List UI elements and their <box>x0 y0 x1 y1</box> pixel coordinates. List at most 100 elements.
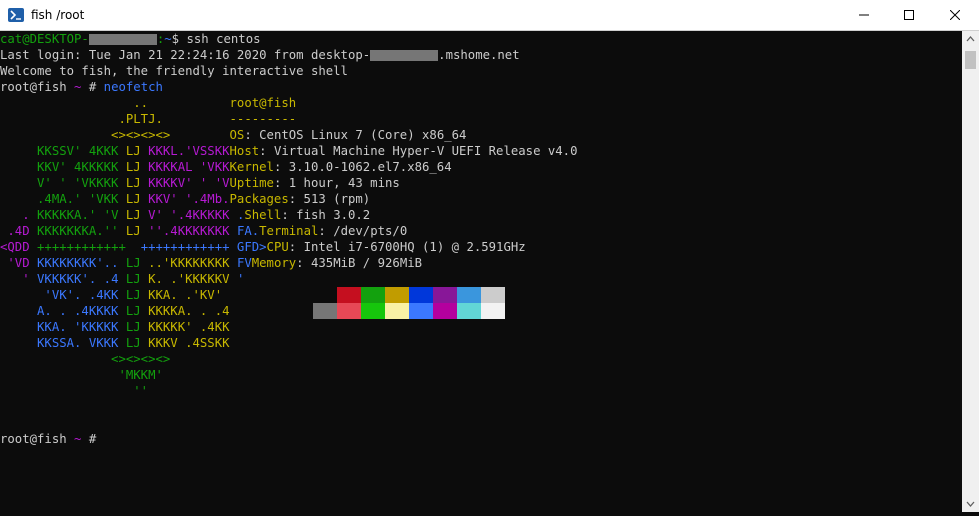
color-swatch <box>481 303 505 319</box>
info-text: OS <box>229 128 245 142</box>
color-swatch <box>337 303 361 319</box>
logo-text: .4MA.' 'VKK <box>0 192 126 206</box>
terminal-text: # <box>81 80 104 94</box>
color-swatch <box>385 287 409 303</box>
terminal-line: root@fish ~ # neofetch <box>0 79 962 95</box>
logo-text: KKKV .4SSKK <box>140 336 230 350</box>
info-text: Kernel <box>229 160 274 174</box>
info-text: : Virtual Machine Hyper-V UEFI Release v… <box>259 144 578 158</box>
logo-text: FA. <box>236 224 260 238</box>
terminal-text: root@fish <box>0 80 75 94</box>
info-text: Packages <box>229 192 289 206</box>
logo-text: KKKKKKKK'.. <box>37 256 126 270</box>
logo-text: KKKKA. . .4 <box>140 304 230 318</box>
terminal-area[interactable]: cat@DESKTOP-:~$ ssh centos Last login: Tu… <box>0 31 962 512</box>
logo-text: 'MKKM' <box>0 368 163 382</box>
logo-text: KKKKAL 'VKK <box>140 160 230 174</box>
terminal-line: cat@DESKTOP-:~$ ssh centos <box>0 31 962 47</box>
logo-text: LJ <box>125 160 141 174</box>
scrollbar-thumb[interactable] <box>965 51 976 69</box>
window-title: fish /root <box>31 8 85 22</box>
title-bar: fish /root <box>0 0 979 31</box>
terminal-line: Welcome to fish, the friendly interactiv… <box>0 63 962 79</box>
info-text: Terminal <box>259 224 319 238</box>
color-swatch <box>457 287 481 303</box>
terminal-text: $ ssh centos <box>171 32 261 46</box>
logo-text: 'VD <box>0 256 38 270</box>
logo-text: .. <box>0 96 149 110</box>
neofetch-line: <><><><> <box>0 351 962 367</box>
logo-text: KKKKKA.' 'V <box>37 208 126 222</box>
logo-text: 'VK'. .4KK <box>0 288 126 302</box>
logo-text: LJ <box>125 304 141 318</box>
logo-text: . <box>0 208 38 222</box>
neofetch-line: KKSSA. VKKK LJ KKKV .4SSKK <box>0 335 962 351</box>
logo-text: KKV' '.4Mb. <box>140 192 230 206</box>
logo-text: A. . .4KKKK <box>0 304 126 318</box>
logo-text: <QDD <box>0 240 38 254</box>
terminal-text: Last login: Tue Jan 21 22:24:16 2020 fro… <box>0 48 371 62</box>
logo-text: KKA. 'KKKKK <box>0 320 126 334</box>
logo-text: KKKL.'VSSKK <box>140 144 230 158</box>
info-text: Memory <box>251 256 297 270</box>
scroll-down-arrow-icon[interactable] <box>962 495 979 512</box>
logo-text: LJ <box>125 272 141 286</box>
neofetch-line: ' VKKKKK'. .4 LJ K. .'KKKKKV ' <box>0 271 962 287</box>
palette-row <box>313 287 505 303</box>
terminal-text: Welcome to fish, the friendly interactiv… <box>0 64 348 78</box>
terminal-line: Last login: Tue Jan 21 22:24:16 2020 fro… <box>0 47 962 63</box>
logo-text: KKSSV' 4KKK <box>0 144 126 158</box>
logo-text: V' ' 'VKKKK <box>0 176 126 190</box>
color-swatch <box>361 287 385 303</box>
neofetch-line: .. root@fish <box>0 95 962 111</box>
neofetch-line: .4MA.' 'VKK LJ KKV' '.4Mb.Packages: 513 … <box>0 191 962 207</box>
logo-text: K. .'KKKKKV <box>140 272 237 286</box>
logo-text: ' <box>0 272 38 286</box>
color-swatch <box>337 287 361 303</box>
neofetch-line: .4D KKKKKKKA.'' LJ ''.4KKKKKKK FA.Termin… <box>0 223 962 239</box>
color-swatch <box>409 287 433 303</box>
logo-text: LJ <box>125 192 141 206</box>
scroll-up-arrow-icon[interactable] <box>962 31 979 48</box>
close-button[interactable] <box>932 0 978 30</box>
logo-text: LJ <box>125 256 141 270</box>
logo-text: .PLTJ. <box>0 112 163 126</box>
logo-text: KKSSA. VKKK <box>0 336 126 350</box>
prompt-user: root@fish <box>0 432 75 446</box>
terminal-output: cat@DESKTOP-:~$ ssh centos Last login: Tu… <box>0 31 962 447</box>
logo-text: KKKKV' ' 'V <box>140 176 230 190</box>
info-text: : 1 hour, 43 mins <box>273 176 400 190</box>
logo-text: LJ <box>125 320 141 334</box>
info-text: : /dev/pts/0 <box>318 224 408 238</box>
info-text: : 435MiB / 926MiB <box>296 256 423 270</box>
info-text: Host <box>229 144 260 158</box>
neofetch-line: .PLTJ. --------- <box>0 111 962 127</box>
neofetch-line: . KKKKKA.' 'V LJ V' '.4KKKKK .Shell: fis… <box>0 207 962 223</box>
maximize-button[interactable] <box>886 0 932 30</box>
minimize-button[interactable] <box>841 0 887 30</box>
redacted-block <box>88 34 157 45</box>
color-swatch <box>313 303 337 319</box>
logo-text: KKKKK' .4KK <box>140 320 230 334</box>
logo-text: <><><><> <box>0 352 171 366</box>
scrollbar[interactable] <box>962 31 979 512</box>
logo-text: LJ <box>125 208 141 222</box>
logo-text: LJ <box>125 288 141 302</box>
terminal-text: .mshome.net <box>438 48 520 62</box>
info-text: CPU <box>266 240 289 254</box>
logo-text: KKKKKKKA.'' <box>37 224 126 238</box>
logo-text: LJ <box>125 336 141 350</box>
color-swatch <box>313 287 337 303</box>
info-text: root@fish <box>229 96 297 110</box>
logo-text: ..'KKKKKKKK <box>140 256 237 270</box>
info-text: : CentOS Linux 7 (Core) x86_64 <box>244 128 467 142</box>
terminal-text: ~ <box>164 32 172 46</box>
neofetch-line: <QDD ++++++++++++ ++++++++++++ GFD>CPU: … <box>0 239 962 255</box>
prompt-suffix: # <box>81 432 97 446</box>
